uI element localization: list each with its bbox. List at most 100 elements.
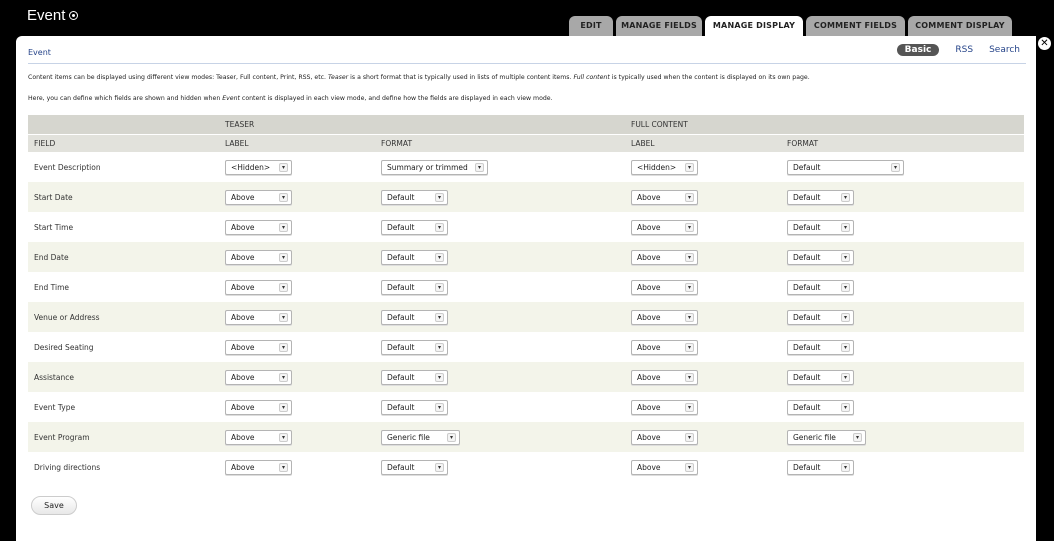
subtab-search[interactable]: Search xyxy=(989,45,1020,55)
dropdown-arrow-icon: ▾ xyxy=(841,282,850,292)
full-label-cell: Above ▾ xyxy=(625,392,781,422)
select-value: Default xyxy=(793,402,821,412)
full-label-select[interactable]: Above ▾ xyxy=(631,279,698,295)
teaser-format-cell: Default ▾ xyxy=(375,242,625,272)
full-label-select[interactable]: Above ▾ xyxy=(631,459,698,475)
full-label-select[interactable]: Above ▾ xyxy=(631,249,698,265)
select-value: Default xyxy=(387,312,415,322)
dropdown-arrow-icon: ▾ xyxy=(685,462,694,472)
teaser-label-cell: Above ▾ xyxy=(219,272,375,302)
full-format-select[interactable]: Default ▾ xyxy=(787,219,854,235)
full-format-select[interactable]: Default ▾ xyxy=(787,279,854,295)
tab-manage-fields[interactable]: MANAGE FIELDS xyxy=(616,16,702,36)
full-label-select[interactable]: Above ▾ xyxy=(631,339,698,355)
teaser-format-select[interactable]: Summary or trimmed ▾ xyxy=(381,159,488,175)
field-name: Driving directions xyxy=(28,452,219,482)
select-value: Default xyxy=(387,192,415,202)
select-value: Above xyxy=(637,432,661,442)
full-format-select[interactable]: Default ▾ xyxy=(787,399,854,415)
teaser-label-select[interactable]: <Hidden> ▾ xyxy=(225,159,292,175)
save-button[interactable]: Save xyxy=(31,496,77,515)
full-label-cell: Above ▾ xyxy=(625,212,781,242)
select-value: Default xyxy=(793,192,821,202)
breadcrumb[interactable]: Event xyxy=(28,48,51,57)
full-label-select[interactable]: Above ▾ xyxy=(631,369,698,385)
teaser-label-select[interactable]: Above ▾ xyxy=(225,189,292,205)
full-format-cell: Default ▾ xyxy=(781,332,1024,362)
teaser-format-select[interactable]: Default ▾ xyxy=(381,399,448,415)
field-name: Desired Seating xyxy=(28,332,219,362)
field-name: Venue or Address xyxy=(28,302,219,332)
full-format-select[interactable]: Default ▾ xyxy=(787,459,854,475)
settings-circle-icon[interactable] xyxy=(69,11,79,20)
tab-manage-display[interactable]: MANAGE DISPLAY xyxy=(705,16,803,36)
table-row: Start Time Above ▾ Default ▾ Above ▾ Default ▾ xyxy=(28,212,1024,242)
subtab-basic[interactable]: Basic xyxy=(896,44,940,56)
full-label-select[interactable]: Above ▾ xyxy=(631,189,698,205)
full-format-select[interactable]: Default ▾ xyxy=(787,159,904,175)
full-label-select[interactable]: Above ▾ xyxy=(631,399,698,415)
dropdown-arrow-icon: ▾ xyxy=(279,342,288,352)
tab-comment-fields[interactable]: COMMENT FIELDS xyxy=(806,16,905,36)
teaser-label-select[interactable]: Above ▾ xyxy=(225,369,292,385)
full-label-select[interactable]: Above ▾ xyxy=(631,309,698,325)
subtab-rss[interactable]: RSS xyxy=(955,45,973,55)
full-format-cell: Default ▾ xyxy=(781,272,1024,302)
select-value: Above xyxy=(637,312,661,322)
teaser-label-select[interactable]: Above ▾ xyxy=(225,309,292,325)
full-format-select[interactable]: Default ▾ xyxy=(787,249,854,265)
full-label-select[interactable]: Above ▾ xyxy=(631,429,698,445)
select-value: Default xyxy=(387,282,415,292)
teaser-label-select[interactable]: Above ▾ xyxy=(225,279,292,295)
field-name: End Date xyxy=(28,242,219,272)
teaser-format-select[interactable]: Default ▾ xyxy=(381,369,448,385)
full-format-select[interactable]: Default ▾ xyxy=(787,309,854,325)
teaser-format-select[interactable]: Default ▾ xyxy=(381,339,448,355)
teaser-label-select[interactable]: Above ▾ xyxy=(225,249,292,265)
teaser-format-select[interactable]: Default ▾ xyxy=(381,249,448,265)
teaser-format-select[interactable]: Default ▾ xyxy=(381,189,448,205)
full-format-cell: Default ▾ xyxy=(781,302,1024,332)
select-value: Above xyxy=(231,402,255,412)
table-row: Venue or Address Above ▾ Default ▾ Above ▾ Defa… xyxy=(28,302,1024,332)
select-value: Above xyxy=(231,282,255,292)
full-format-select[interactable]: Default ▾ xyxy=(787,339,854,355)
teaser-format-select[interactable]: Generic file ▾ xyxy=(381,429,460,445)
teaser-format-select[interactable]: Default ▾ xyxy=(381,219,448,235)
column-header-full-format: FORMAT xyxy=(781,134,1024,153)
full-format-cell: Default ▾ xyxy=(781,362,1024,392)
teaser-format-cell: Default ▾ xyxy=(375,302,625,332)
table-row: End Date Above ▾ Default ▾ Above ▾ Default ▾ xyxy=(28,242,1024,272)
select-value: Above xyxy=(637,252,661,262)
full-format-select[interactable]: Default ▾ xyxy=(787,369,854,385)
full-label-select[interactable]: Above ▾ xyxy=(631,219,698,235)
dropdown-arrow-icon: ▾ xyxy=(475,162,484,172)
dropdown-arrow-icon: ▾ xyxy=(685,402,694,412)
teaser-label-select[interactable]: Above ▾ xyxy=(225,399,292,415)
select-value: Default xyxy=(387,402,415,412)
dropdown-arrow-icon: ▾ xyxy=(841,192,850,202)
teaser-label-select[interactable]: Above ▾ xyxy=(225,429,292,445)
select-value: Default xyxy=(387,222,415,232)
full-format-select[interactable]: Default ▾ xyxy=(787,189,854,205)
teaser-label-select[interactable]: Above ▾ xyxy=(225,339,292,355)
tab-comment-display[interactable]: COMMENT DISPLAY xyxy=(908,16,1012,36)
display-fields-table: TEASER FULL CONTENT FIELD LABEL FORMAT L… xyxy=(28,115,1024,482)
dropdown-arrow-icon: ▾ xyxy=(279,192,288,202)
dropdown-arrow-icon: ▾ xyxy=(841,462,850,472)
dropdown-arrow-icon: ▾ xyxy=(435,402,444,412)
teaser-format-select[interactable]: Default ▾ xyxy=(381,309,448,325)
select-value: Above xyxy=(637,402,661,412)
full-format-select[interactable]: Generic file ▾ xyxy=(787,429,866,445)
dropdown-arrow-icon: ▾ xyxy=(685,372,694,382)
field-name: Start Date xyxy=(28,182,219,212)
teaser-label-select[interactable]: Above ▾ xyxy=(225,219,292,235)
close-icon[interactable]: ✕ xyxy=(1038,37,1051,50)
select-value: Above xyxy=(231,312,255,322)
teaser-label-select[interactable]: Above ▾ xyxy=(225,459,292,475)
select-value: Default xyxy=(793,342,821,352)
teaser-format-select[interactable]: Default ▾ xyxy=(381,279,448,295)
teaser-format-select[interactable]: Default ▾ xyxy=(381,459,448,475)
tab-edit[interactable]: EDIT xyxy=(569,16,613,36)
full-label-select[interactable]: <Hidden> ▾ xyxy=(631,159,698,175)
